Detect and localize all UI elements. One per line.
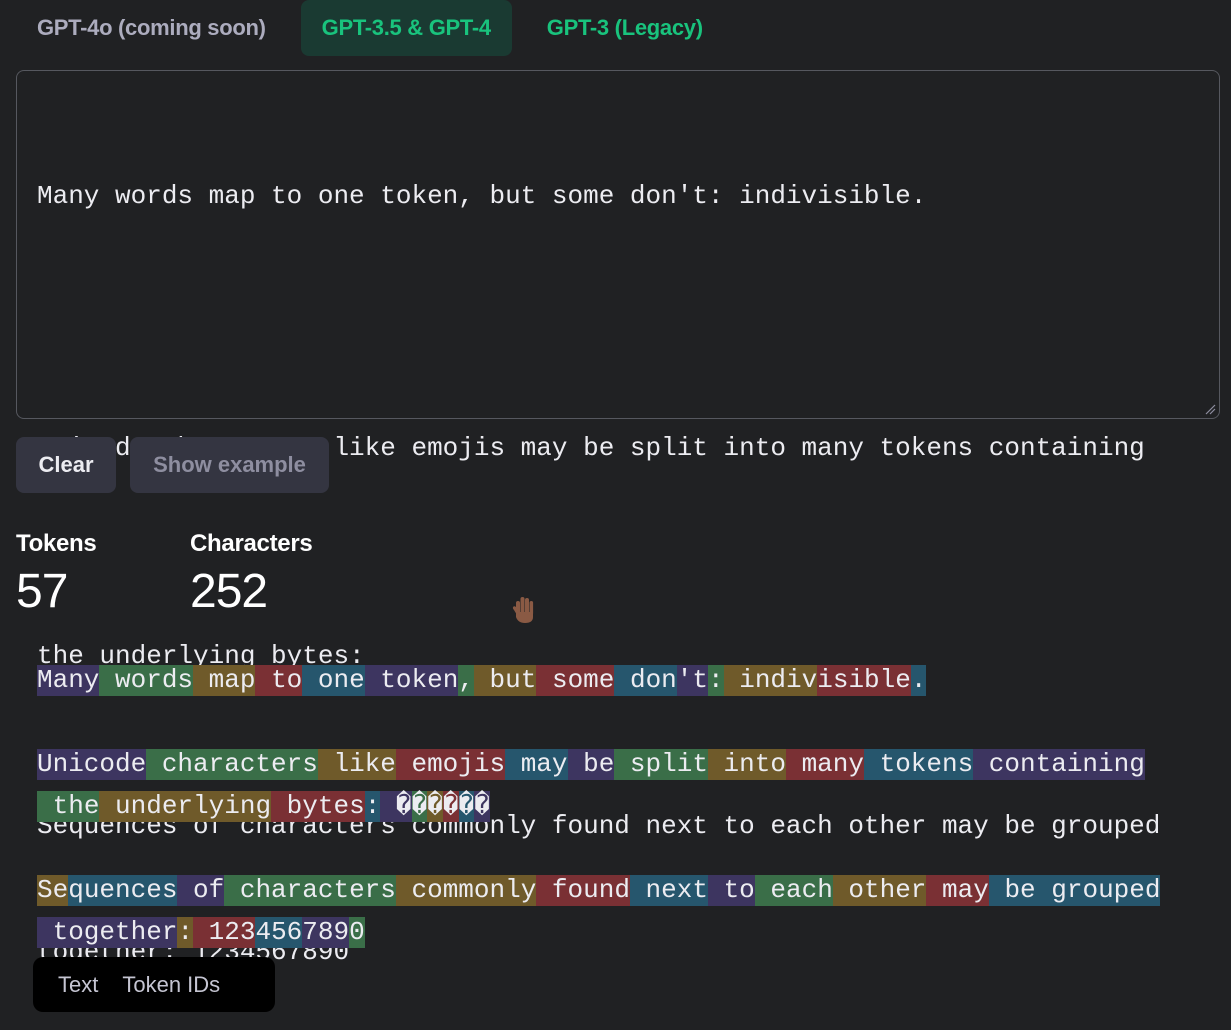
token: . — [910, 664, 927, 696]
token: one — [302, 664, 365, 696]
token — [380, 790, 396, 822]
token: characters — [146, 748, 318, 780]
tokens-label: Tokens — [16, 530, 97, 557]
view-text-option[interactable]: Text — [33, 972, 110, 998]
token: to — [255, 664, 303, 696]
characters-label: Characters — [190, 530, 313, 557]
token: � — [395, 790, 412, 822]
token: 't — [676, 664, 709, 696]
token: quences — [68, 874, 178, 906]
tab-gpt-35-gpt-4[interactable]: GPT-3.5 & GPT-4 — [300, 0, 512, 56]
token: found — [536, 874, 630, 906]
token: commonly — [395, 874, 537, 906]
token: characters — [224, 874, 396, 906]
input-line — [37, 301, 1199, 343]
token: words — [99, 664, 194, 696]
tokenizer-page: GPT-4o (coming soon) GPT-3.5 & GPT-4 GPT… — [0, 0, 1231, 1030]
token: containing — [973, 748, 1145, 780]
token: tokens — [863, 748, 974, 780]
token: : — [708, 664, 724, 696]
token: like — [317, 748, 396, 780]
token: to — [707, 874, 755, 906]
token: may — [505, 748, 568, 780]
token: next — [629, 874, 708, 906]
token-line: together: 123 456 789 0 — [37, 911, 1217, 953]
model-tabs: GPT-4o (coming soon) GPT-3.5 & GPT-4 GPT… — [16, 0, 724, 56]
characters-stat: Characters 252 — [190, 528, 313, 622]
tab-gpt-3-legacy[interactable]: GPT-3 (Legacy) — [526, 0, 724, 56]
token: Many — [37, 664, 100, 696]
token: the — [52, 790, 100, 822]
token: be — [567, 748, 615, 780]
token-line — [37, 701, 1217, 743]
token: bytes — [271, 790, 365, 822]
token: grouped — [1035, 874, 1161, 906]
token: together — [37, 916, 178, 948]
token: may — [926, 874, 989, 906]
token: other — [832, 874, 927, 906]
tokens-stat: Tokens 57 — [16, 528, 97, 622]
token: of — [177, 874, 225, 906]
text-input[interactable]: Many words map to one token, but some do… — [16, 70, 1220, 967]
token: underlying — [99, 790, 272, 822]
token: but — [473, 664, 537, 696]
token: emojis — [395, 748, 506, 780]
token: 456 — [255, 916, 303, 948]
token: token — [364, 664, 459, 696]
token: split — [614, 748, 708, 780]
token-line — [37, 827, 1217, 869]
token-line: Unicode characters like emojis may be sp… — [37, 743, 1217, 785]
token-line: the underlying bytes: � � � � � � — [37, 785, 1217, 827]
token: , — [458, 664, 474, 696]
token: some — [536, 664, 615, 696]
token-line: Se quences of characters commonly found n… — [37, 869, 1217, 911]
tab-gpt-4o[interactable]: GPT-4o (coming soon) — [16, 0, 287, 56]
token: many — [785, 748, 864, 780]
token: : — [177, 916, 194, 948]
token: 789 — [302, 916, 350, 948]
tokens-count: 57 — [16, 565, 68, 618]
tokenized-output: Many words map to one token, but some do… — [37, 659, 1217, 953]
token: indiv — [723, 664, 818, 696]
show-example-button[interactable]: Show example — [130, 437, 329, 493]
token: map — [193, 664, 256, 696]
token: 123 — [208, 916, 256, 948]
resize-handle-icon[interactable] — [1204, 403, 1216, 415]
token: 0 — [349, 916, 365, 948]
token: be — [988, 874, 1036, 906]
token-line: Many words map to one token, but some do… — [37, 659, 1217, 701]
input-line: Many words map to one token, but some do… — [37, 181, 927, 211]
token: Unicode — [37, 748, 147, 780]
clear-button[interactable]: Clear — [16, 437, 116, 493]
token: � — [474, 790, 490, 822]
token — [193, 916, 209, 948]
token — [37, 790, 53, 822]
view-toggle: Text Token IDs — [33, 957, 275, 1012]
characters-count: 252 — [190, 565, 268, 618]
token: : — [364, 790, 381, 822]
token: � — [411, 790, 428, 822]
token: � — [442, 790, 459, 822]
token: isible — [817, 664, 911, 696]
token: � — [458, 790, 475, 822]
view-token-ids-option[interactable]: Token IDs — [110, 972, 232, 998]
token: � — [427, 790, 443, 822]
token: don — [614, 664, 677, 696]
token: into — [707, 748, 786, 780]
token: Se — [37, 874, 69, 906]
token: each — [754, 874, 833, 906]
